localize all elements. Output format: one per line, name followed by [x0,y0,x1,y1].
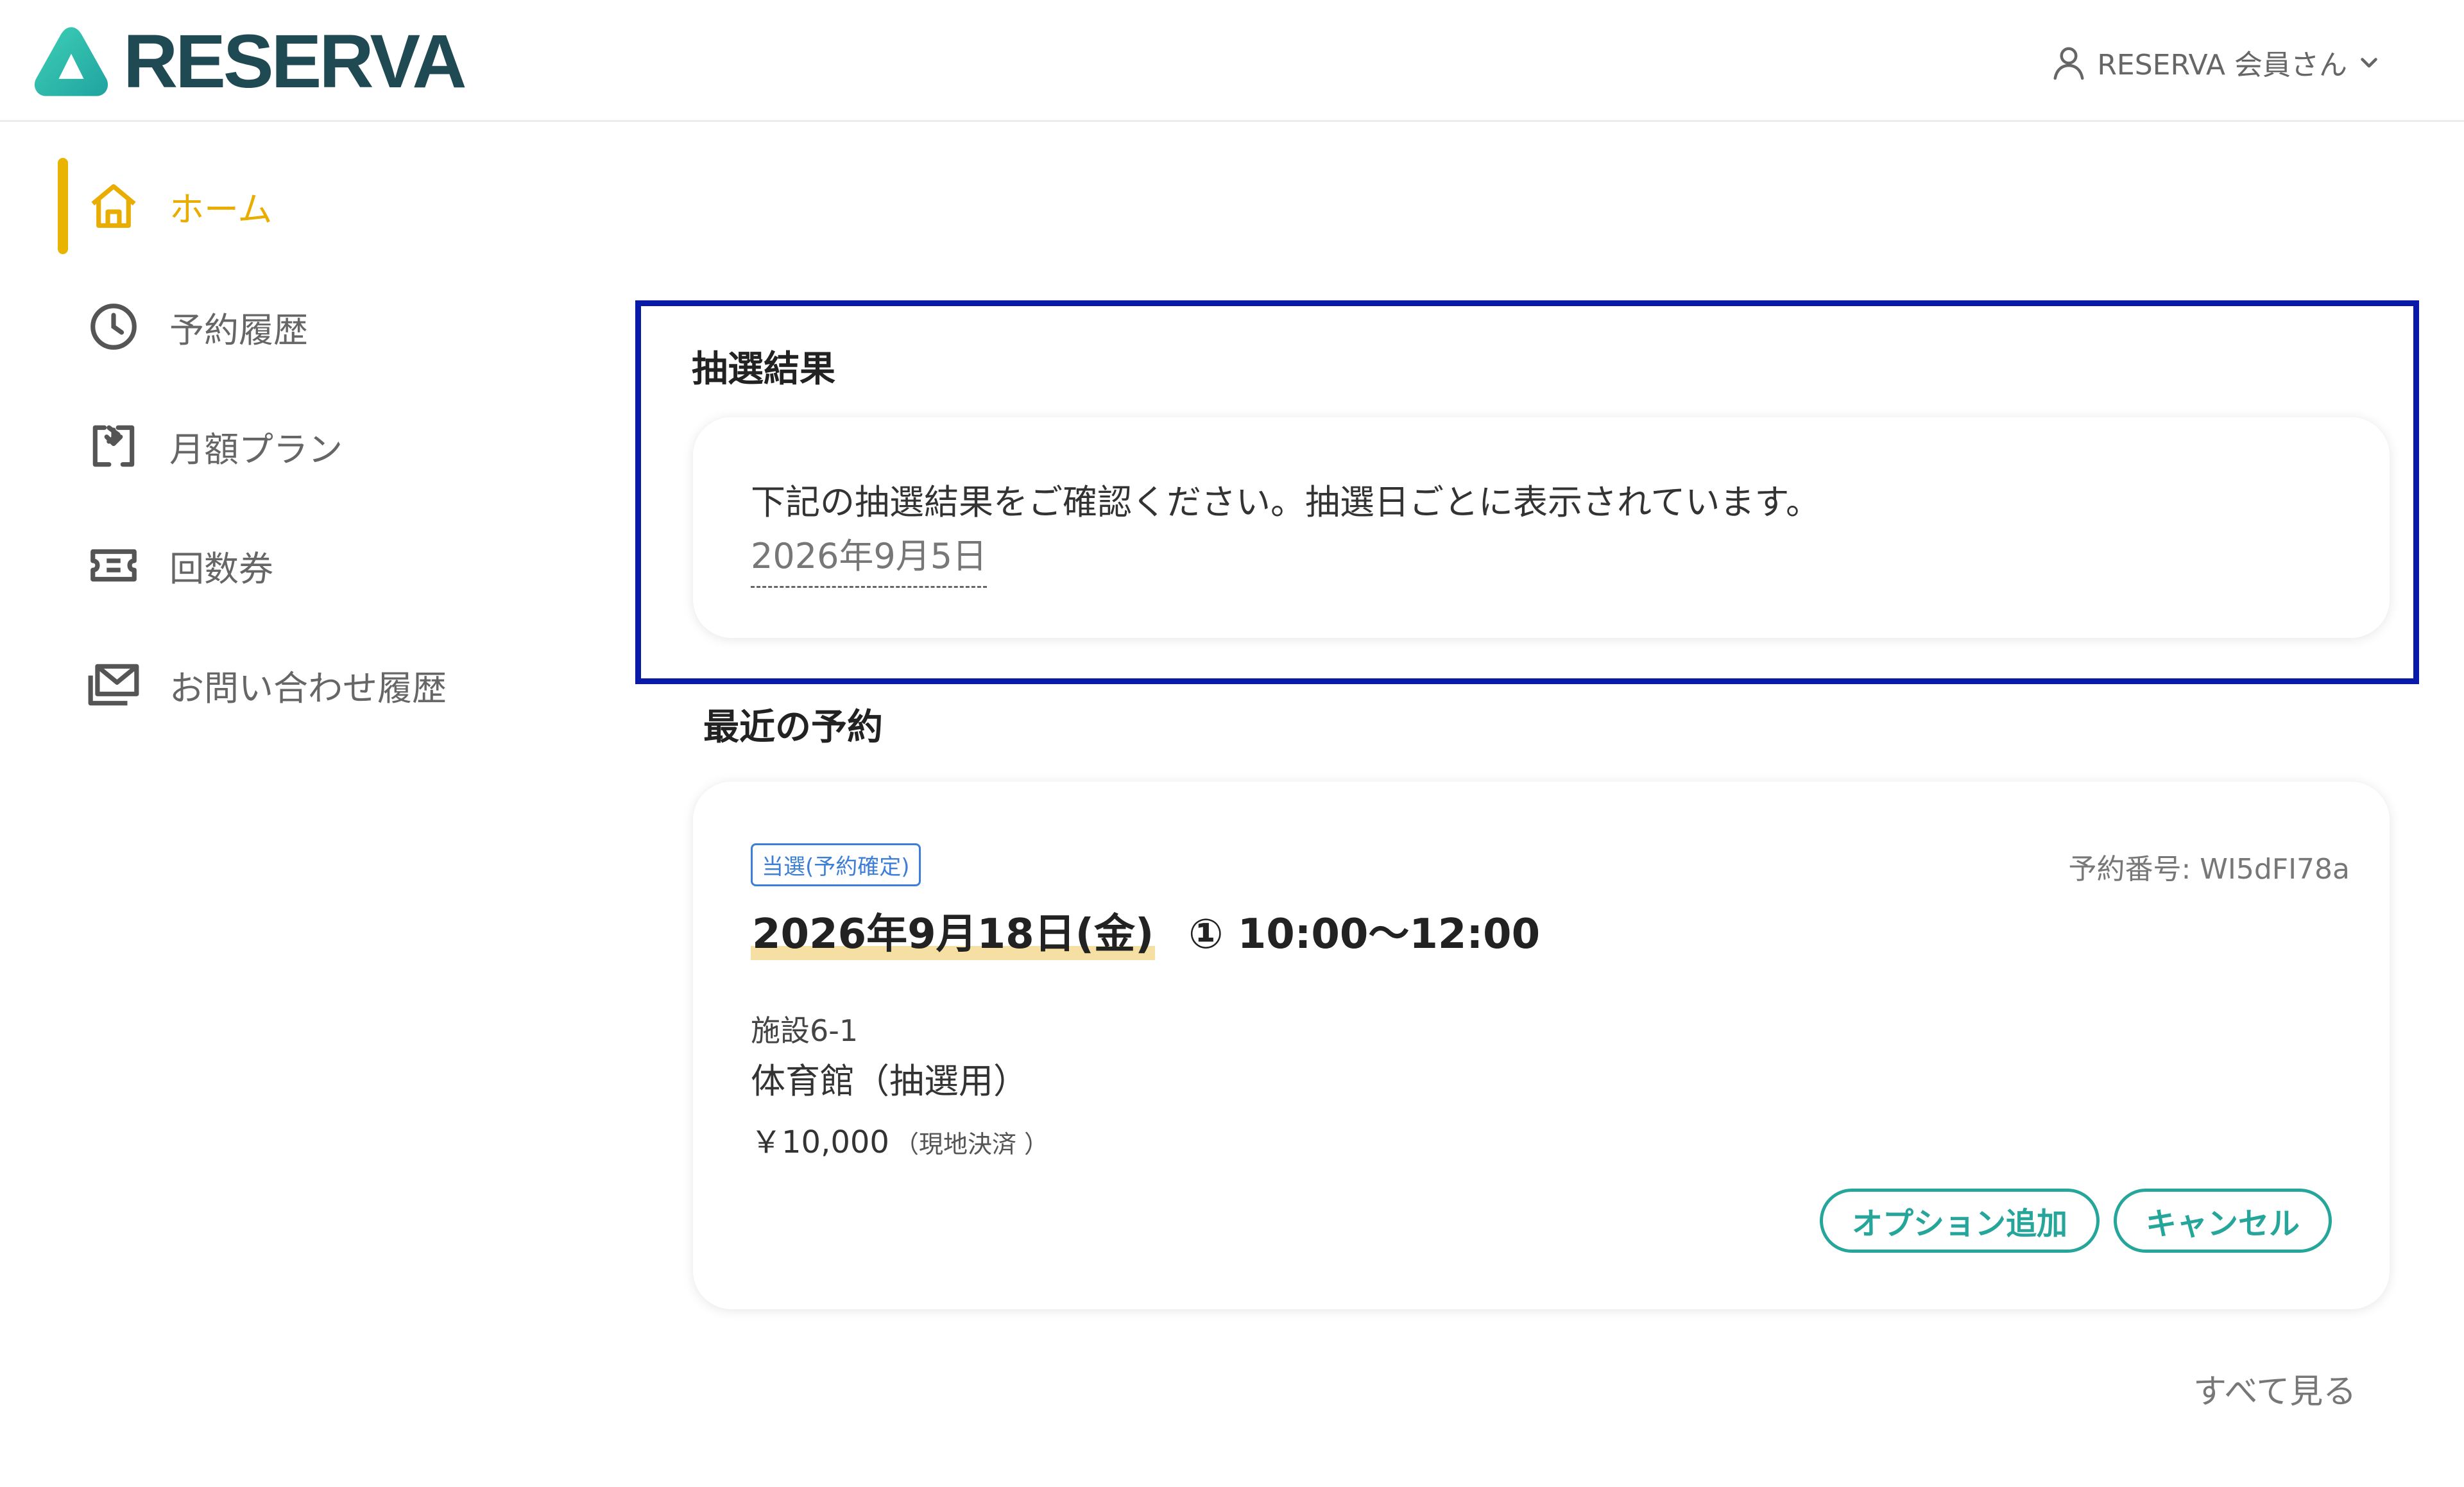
sidebar-item-coupon[interactable]: 回数券 [58,517,571,614]
sidebar-nav: ホーム 予約履歴 月額プラン 回数券 お問い合わせ履歴 [0,122,616,764]
sidebar-item-label: 回数券 [169,548,273,589]
price-note: （現地決済 ） [894,1130,1049,1158]
sidebar-item-label: 予約履歴 [169,309,308,350]
see-all-link[interactable]: すべて見る [2193,1364,2356,1413]
recent-section-title: 最近の予約 [703,707,883,748]
cancel-button[interactable]: キャンセル [2114,1189,2332,1253]
app-root: RESERVA RESERVA 会員さん ホーム 予約履歴 月額プラン 回数券 … [0,0,2464,1487]
reservation-date: 2026年9月18日(金) [751,901,1156,960]
price-amount: ￥10,000 [751,1124,889,1160]
user-icon [2053,47,2084,80]
lottery-section-title: 抽選結果 [692,348,835,390]
logo-mark-icon [34,27,108,96]
status-badge: 当選(予約確定) [751,843,921,886]
sidebar-item-home[interactable]: ホーム [58,158,571,254]
reservation-card[interactable]: 当選(予約確定) 予約番号: WI5dFI78a 2026年9月18日(金) ①… [693,782,2390,1309]
mail-icon [88,664,139,706]
reservation-datetime: 2026年9月18日(金) ① 10:00〜12:00 [751,901,1540,960]
home-icon [91,184,136,228]
logo-text: RESERVA [123,19,467,104]
reservation-price: ￥10,000 （現地決済 ） [751,1117,1048,1162]
reservation-number: 予約番号: WI5dFI78a [2068,853,2350,886]
reservation-slot: ① 10:00〜12:00 [1188,911,1541,958]
lottery-date-link[interactable]: 2026年9月5日 [751,528,988,588]
facility-code: 施設6-1 [751,1013,859,1048]
lottery-result-card: 下記の抽選結果をご確認ください。抽選日ごとに表示されています。 2026年9月5… [693,417,2390,638]
add-option-button[interactable]: オプション追加 [1820,1189,2100,1253]
user-name: RESERVA 会員さん [2097,49,2347,82]
lottery-description: 下記の抽選結果をご確認ください。抽選日ごとに表示されています。 [751,482,1820,522]
sidebar-item-label: 月額プラン [169,429,343,470]
repeat-icon [92,425,135,467]
sidebar-item-history[interactable]: 予約履歴 [58,279,571,375]
facility-name: 体育館（抽選用） [751,1061,1028,1101]
ticket-icon [90,549,137,582]
sidebar-item-label: お問い合わせ履歴 [169,667,447,709]
sidebar-item-monthly-plan[interactable]: 月額プラン [58,398,571,494]
chevron-down-icon [2361,58,2377,68]
clock-icon [90,304,137,350]
sidebar-item-label: ホーム [169,189,273,230]
logo[interactable]: RESERVA [32,19,467,104]
user-menu[interactable]: RESERVA 会員さん [2049,40,2381,85]
top-header: RESERVA RESERVA 会員さん [0,0,2464,122]
sidebar-item-inquiry-history[interactable]: お問い合わせ履歴 [58,637,571,733]
